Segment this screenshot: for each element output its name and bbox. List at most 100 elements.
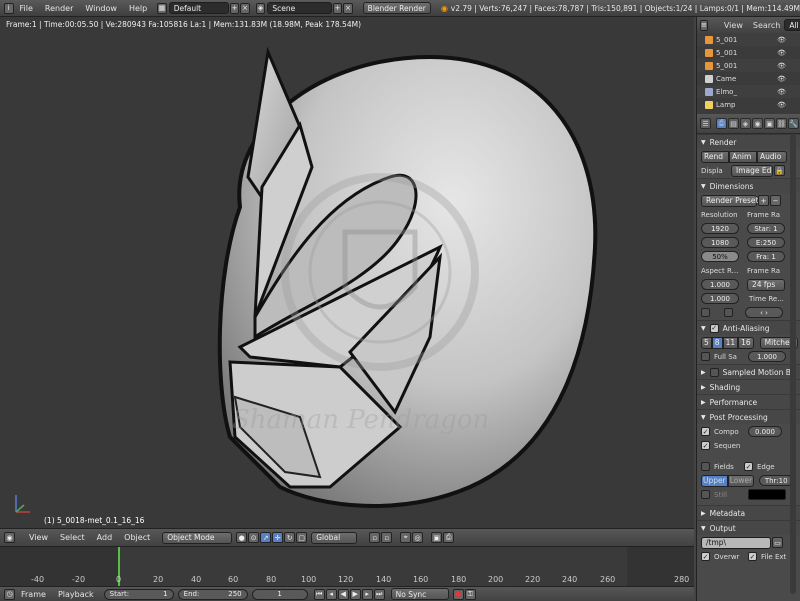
shading-panel-header[interactable]: ▶ Shading bbox=[697, 379, 800, 394]
visibility-icon[interactable]: 👁 bbox=[777, 36, 786, 44]
outliner-filter[interactable]: All bbox=[784, 19, 800, 31]
preset-add-icon[interactable]: + bbox=[758, 195, 769, 206]
properties-scrollbar[interactable] bbox=[790, 134, 796, 594]
3d-viewport[interactable]: Shaman Pendragon bbox=[0, 17, 694, 528]
dither-field[interactable]: 0.000 bbox=[748, 426, 782, 437]
resolution-percent-slider[interactable]: 50% bbox=[701, 251, 739, 262]
outliner-item[interactable]: 5_001 👁 bbox=[697, 46, 800, 59]
dimensions-panel-header[interactable]: ▼ Dimensions bbox=[697, 178, 800, 193]
keying-set-icon[interactable]: ⚿ bbox=[464, 588, 476, 600]
edge-threshold-field[interactable]: Thr:10 bbox=[759, 475, 794, 486]
outliner-item[interactable]: Elmo_ 👁 bbox=[697, 85, 800, 98]
folder-icon[interactable]: ▭ bbox=[772, 537, 783, 548]
menu-render[interactable]: Render bbox=[45, 4, 73, 13]
camera-icon[interactable]: ⎙ bbox=[443, 532, 455, 543]
outliner-item[interactable]: Came 👁 bbox=[697, 72, 800, 85]
aa-size-field[interactable]: 1.000 bbox=[748, 351, 786, 362]
layer2-icon[interactable]: ▫ bbox=[381, 532, 393, 543]
metadata-panel-header[interactable]: ▶ Metadata bbox=[697, 505, 800, 520]
scene-icon[interactable]: ◈ bbox=[255, 2, 266, 14]
menu-playback[interactable]: Playback bbox=[58, 590, 94, 599]
visibility-icon[interactable]: 👁 bbox=[777, 75, 786, 83]
frame-end-field[interactable]: E:250 bbox=[747, 237, 785, 248]
output-path-field[interactable]: /tmp\ bbox=[701, 536, 771, 549]
edge-color-swatch[interactable] bbox=[748, 489, 786, 500]
field-lower-button[interactable]: Lower bbox=[727, 474, 755, 487]
scene-field[interactable]: Scene bbox=[267, 2, 332, 14]
aspect-y-field[interactable]: 1.000 bbox=[701, 293, 739, 304]
outliner-item[interactable]: 5_001 👁 bbox=[697, 59, 800, 72]
sequencer-checkbox[interactable]: ✓ bbox=[701, 441, 710, 450]
still-checkbox[interactable] bbox=[701, 490, 710, 499]
rotate-icon[interactable]: ↻ bbox=[284, 532, 296, 543]
properties-editor-icon[interactable]: ☰ bbox=[700, 118, 711, 129]
outliner-item[interactable]: 5_001 👁 bbox=[697, 33, 800, 46]
sampled-motion-panel-header[interactable]: ▶ Sampled Motion Bl bbox=[697, 364, 800, 379]
3d-editor-type-icon[interactable]: ◉ bbox=[4, 532, 15, 543]
aa-samples-16[interactable]: 16 bbox=[738, 336, 754, 349]
aa-samples-5[interactable]: 5 bbox=[701, 336, 712, 349]
menu-file[interactable]: File bbox=[20, 4, 33, 13]
post-processing-panel-header[interactable]: ▼ Post Processing bbox=[697, 409, 800, 424]
editor-type-icon[interactable]: i bbox=[4, 2, 14, 14]
motion-blur-checkbox[interactable] bbox=[709, 367, 719, 377]
timeline-editor-icon[interactable]: ◷ bbox=[4, 588, 15, 600]
resolution-y-field[interactable]: 1080 bbox=[701, 237, 739, 248]
antialiasing-panel-header[interactable]: ▼ ✓ Anti-Aliasing bbox=[697, 320, 800, 335]
snap-icon[interactable]: ⌖ bbox=[400, 532, 412, 543]
proportional-icon[interactable]: ◎ bbox=[412, 532, 424, 543]
modifiers-tab-icon[interactable]: 🔧 bbox=[788, 118, 799, 129]
visibility-icon[interactable]: 👁 bbox=[777, 62, 786, 70]
outliner-editor-icon[interactable]: ≡ bbox=[700, 19, 708, 31]
render-engine-select[interactable]: Blender Render bbox=[362, 2, 431, 14]
jump-start-icon[interactable]: ⏮ bbox=[313, 588, 325, 600]
pivot-icon[interactable]: ⊙ bbox=[248, 532, 260, 543]
scene-add-icon[interactable]: + bbox=[332, 2, 343, 14]
outliner-item[interactable]: Lamp 👁 bbox=[697, 98, 800, 111]
sync-select[interactable]: No Sync bbox=[390, 588, 449, 600]
preset-remove-icon[interactable]: − bbox=[770, 195, 781, 206]
prev-key-icon[interactable]: ◂ bbox=[325, 588, 337, 600]
scene-tab-icon[interactable]: ◈ bbox=[740, 118, 751, 129]
fields-checkbox[interactable] bbox=[701, 462, 710, 471]
visibility-icon[interactable]: 👁 bbox=[777, 88, 786, 96]
full-sample-checkbox[interactable] bbox=[701, 352, 710, 361]
overwrite-checkbox[interactable]: ✓ bbox=[701, 552, 710, 561]
compositing-checkbox[interactable]: ✓ bbox=[701, 427, 710, 436]
layout-close-icon[interactable]: × bbox=[240, 2, 250, 14]
scene-close-icon[interactable]: × bbox=[343, 2, 353, 14]
current-frame-field[interactable]: 1 bbox=[251, 588, 308, 600]
jump-end-icon[interactable]: ⏭ bbox=[373, 588, 385, 600]
frame-start-field[interactable]: Star: 1 bbox=[747, 223, 785, 234]
object-tab-icon[interactable]: ▣ bbox=[764, 118, 775, 129]
scale-icon[interactable]: ▢ bbox=[296, 532, 308, 543]
display-select[interactable]: Image Ed bbox=[731, 164, 773, 177]
translate-icon[interactable]: ✛ bbox=[272, 532, 284, 543]
menu-add[interactable]: Add bbox=[97, 533, 113, 542]
layout-add-icon[interactable]: + bbox=[229, 2, 240, 14]
visibility-icon[interactable]: 👁 bbox=[777, 101, 786, 109]
manipulator-icon[interactable]: ↗ bbox=[260, 532, 272, 543]
shading-icon[interactable]: ● bbox=[236, 532, 248, 543]
world-tab-icon[interactable]: ◉ bbox=[752, 118, 763, 129]
mode-select[interactable]: Object Mode bbox=[162, 531, 233, 544]
constraints-tab-icon[interactable]: ⛓ bbox=[776, 118, 787, 129]
crop-checkbox[interactable] bbox=[724, 308, 733, 317]
render-tab-icon[interactable]: ⎙ bbox=[716, 118, 727, 129]
antialiasing-checkbox[interactable]: ✓ bbox=[709, 323, 719, 333]
render-preview-icon[interactable]: ▣ bbox=[431, 532, 443, 543]
render-button[interactable]: Rend bbox=[701, 150, 729, 163]
outliner-tab-view[interactable]: View bbox=[724, 21, 743, 30]
layout-field[interactable]: Default bbox=[168, 2, 229, 14]
outliner-tab-search[interactable]: Search bbox=[753, 21, 780, 30]
file-extension-checkbox[interactable]: ✓ bbox=[748, 552, 757, 561]
record-icon[interactable]: ● bbox=[452, 588, 464, 600]
aa-samples-8[interactable]: 8 bbox=[711, 336, 723, 349]
timeline[interactable]: -40 -20 0 20 40 60 80 100 120 140 160 18… bbox=[0, 546, 694, 586]
start-frame-field[interactable]: Start: 1 bbox=[103, 588, 174, 600]
resolution-x-field[interactable]: 1920 bbox=[701, 223, 739, 234]
render-presets-select[interactable]: Render Presets bbox=[701, 194, 762, 207]
fps-select[interactable]: 24 fps bbox=[747, 278, 785, 291]
end-frame-field[interactable]: End: 250 bbox=[177, 588, 248, 600]
menu-object[interactable]: Object bbox=[124, 533, 150, 542]
